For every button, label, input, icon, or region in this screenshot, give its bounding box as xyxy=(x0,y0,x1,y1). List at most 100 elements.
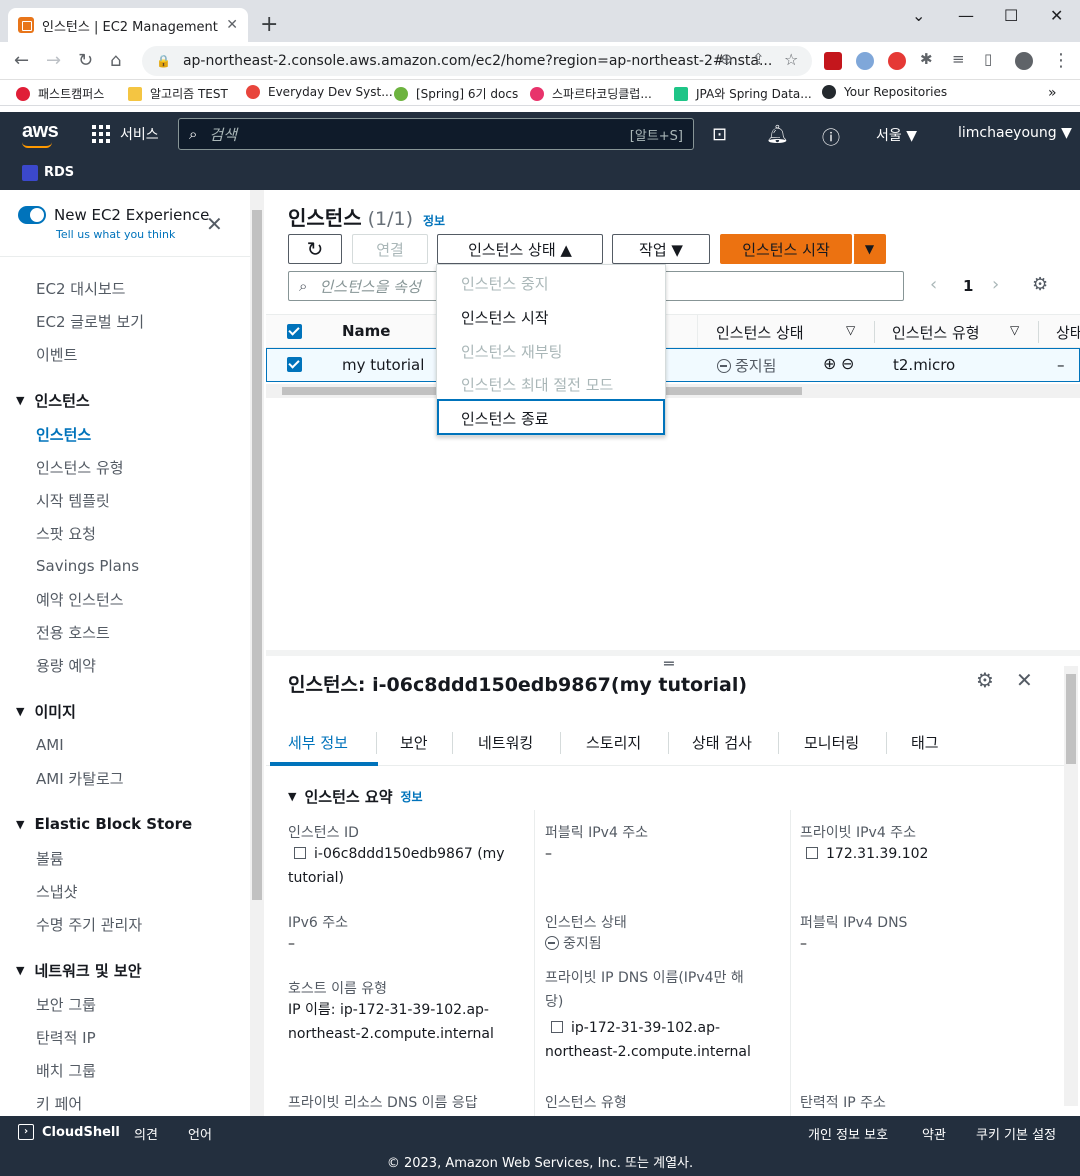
services-menu-button[interactable]: 서비스 xyxy=(92,124,159,144)
sidebar-item-key-pairs[interactable]: 키 페어 xyxy=(36,1093,82,1114)
bookmark-item[interactable]: Your Repositories xyxy=(822,85,947,99)
bell-icon[interactable]: 🔔︎ xyxy=(766,124,789,145)
zoom-icon[interactable]: ⊕ xyxy=(720,50,733,68)
copy-icon[interactable] xyxy=(551,1021,563,1033)
profile-avatar[interactable] xyxy=(1015,52,1033,70)
chevron-down-icon[interactable]: ⌄ xyxy=(912,6,925,25)
sidebar-item-ami[interactable]: AMI xyxy=(36,736,64,754)
region-selector[interactable]: 서울 ▼ xyxy=(876,125,917,145)
instance-id-value[interactable]: i-06c8ddd150edb9867 (my tutorial) xyxy=(288,842,528,890)
sidebar-item-placement-groups[interactable]: 배치 그룹 xyxy=(36,1060,96,1081)
bookmark-item[interactable]: Everyday Dev Syst... xyxy=(246,85,393,99)
home-icon[interactable]: ⌂ xyxy=(110,50,121,71)
terms-link[interactable]: 약관 xyxy=(922,1124,946,1143)
launch-dropdown-button[interactable]: ▼ xyxy=(853,234,886,264)
tab-security[interactable]: 보안 xyxy=(400,732,428,753)
aws-logo[interactable]: aws xyxy=(22,120,59,143)
sidebar-item-instance-types[interactable]: 인스턴스 유형 xyxy=(36,457,124,478)
actions-button[interactable]: 작업 ▼ xyxy=(612,234,710,264)
tab-tags[interactable]: 태그 xyxy=(911,732,939,753)
back-icon[interactable]: ← xyxy=(14,50,29,71)
tab-storage[interactable]: 스토리지 xyxy=(586,732,641,753)
language-link[interactable]: 언어 xyxy=(188,1124,212,1143)
forward-icon[interactable]: → xyxy=(46,50,61,71)
menu-item-terminate[interactable]: 인스턴스 종료 xyxy=(437,399,665,435)
info-link[interactable]: 정보 xyxy=(401,788,423,805)
column-name[interactable]: Name xyxy=(342,322,390,340)
privacy-link[interactable]: 개인 정보 보호 xyxy=(808,1124,888,1143)
sidebar-section-ebs[interactable]: ▼ Elastic Block Store xyxy=(16,815,192,833)
sidebar-item-ami-catalog[interactable]: AMI 카탈로그 xyxy=(36,768,124,789)
sidebar-scroll-thumb[interactable] xyxy=(252,210,262,900)
media-icon[interactable]: ≡ xyxy=(952,50,965,68)
cloudshell-button[interactable]: › CloudShell xyxy=(18,1124,120,1140)
account-menu[interactable]: limchaeyoung ▼ xyxy=(958,125,1072,141)
toggle-switch[interactable] xyxy=(18,206,46,224)
column-instance-state[interactable]: 인스턴스 상태 xyxy=(716,322,804,343)
favorite-rds[interactable]: RDS xyxy=(44,165,74,180)
tab-networking[interactable]: 네트워킹 xyxy=(478,732,533,753)
share-icon[interactable]: ⇪ xyxy=(752,50,765,68)
settings-icon[interactable]: ⚙ xyxy=(976,668,994,692)
copy-icon[interactable] xyxy=(806,847,818,859)
aws-search-input[interactable]: ⌕ 검색 [알트+S] xyxy=(178,118,694,150)
menu-item-stop[interactable]: 인스턴스 중지 xyxy=(461,273,549,294)
page-number[interactable]: 1 xyxy=(963,277,973,295)
sidebar-item-instances[interactable]: 인스턴스 xyxy=(36,424,91,445)
cookie-preferences-link[interactable]: 쿠키 기본 설정 xyxy=(976,1124,1056,1143)
browser-tab[interactable]: 인스턴스 | EC2 Management Co ✕ xyxy=(8,8,248,42)
bookmark-item[interactable]: 패스트캠퍼스 xyxy=(16,85,104,102)
sidebar-item-security-groups[interactable]: 보안 그룹 xyxy=(36,994,96,1015)
close-icon[interactable]: ✕ xyxy=(206,212,223,236)
zoom-out-icon[interactable]: ⊖ xyxy=(841,354,854,373)
next-page-icon[interactable]: › xyxy=(992,274,999,295)
menu-item-reboot[interactable]: 인스턴스 재부팅 xyxy=(461,341,562,362)
details-scroll-thumb[interactable] xyxy=(1066,674,1076,764)
sidebar-item-capacity[interactable]: 용량 예약 xyxy=(36,655,96,676)
table-row[interactable]: my tutorial 중지됨 ⊕ ⊖ t2.micro – xyxy=(266,348,1080,382)
sidebar-item-launch-templates[interactable]: 시작 템플릿 xyxy=(36,490,110,511)
sort-icon[interactable]: ▽ xyxy=(846,323,855,337)
summary-header[interactable]: ▼ 인스턴스 요약 정보 xyxy=(288,786,423,807)
more-bookmarks-icon[interactable]: » xyxy=(1048,85,1057,101)
pdf-extension-icon[interactable] xyxy=(824,52,842,70)
sidebar-section-images[interactable]: ▼ 이미지 xyxy=(16,701,76,722)
sidebar-item-snapshots[interactable]: 스냅샷 xyxy=(36,881,77,902)
sidebar-item-volumes[interactable]: 볼륨 xyxy=(36,848,64,869)
launch-instances-button[interactable]: 인스턴스 시작 xyxy=(720,234,852,264)
sidebar-section-network[interactable]: ▼ 네트워크 및 보안 xyxy=(16,960,142,981)
sort-icon[interactable]: ▽ xyxy=(1010,323,1019,337)
menu-icon[interactable]: ⋮ xyxy=(1052,50,1070,71)
prev-page-icon[interactable]: ‹ xyxy=(930,274,937,295)
extension-icon[interactable] xyxy=(856,52,874,70)
cloudshell-icon[interactable]: ⊡ xyxy=(712,124,727,145)
sidebar-item-dashboard[interactable]: EC2 대시보드 xyxy=(36,278,125,299)
zoom-in-icon[interactable]: ⊕ xyxy=(823,354,836,373)
private-ipv4-value[interactable]: 172.31.39.102 xyxy=(800,842,928,866)
bookmark-item[interactable]: JPA와 Spring Data... xyxy=(674,85,812,102)
maximize-icon[interactable]: ☐ xyxy=(1004,6,1018,25)
sidebar-item-lifecycle[interactable]: 수명 주기 관리자 xyxy=(36,914,142,935)
connect-button[interactable]: 연결 xyxy=(352,234,428,264)
close-icon[interactable]: ✕ xyxy=(226,17,238,33)
reload-icon[interactable]: ↻ xyxy=(78,50,93,71)
refresh-button[interactable]: ↻ xyxy=(288,234,342,264)
select-all-checkbox[interactable] xyxy=(287,324,302,339)
side-panel-icon[interactable]: ▯ xyxy=(984,50,992,68)
bookmark-item[interactable]: [Spring] 6기 docs xyxy=(394,85,518,102)
menu-item-start[interactable]: 인스턴스 시작 xyxy=(461,307,549,328)
menu-item-hibernate[interactable]: 인스턴스 최대 절전 모드 xyxy=(461,374,613,395)
feedback-link[interactable]: Tell us what you think xyxy=(56,228,175,241)
sidebar-item-elastic-ip[interactable]: 탄력적 IP xyxy=(36,1027,96,1048)
instance-state-button[interactable]: 인스턴스 상태 ▲ xyxy=(437,234,603,264)
private-dns-value[interactable]: ip-172-31-39-102.ap- northeast-2.compute… xyxy=(545,1016,785,1064)
row-checkbox[interactable] xyxy=(287,357,302,372)
url-field[interactable]: 🔒 ap-northeast-2.console.aws.amazon.com/… xyxy=(142,46,812,76)
close-icon[interactable]: ✕ xyxy=(1016,668,1033,692)
column-instance-type[interactable]: 인스턴스 유형 xyxy=(892,322,980,343)
bookmark-item[interactable]: 스파르타코딩클럽... xyxy=(530,85,652,102)
sidebar-section-instances[interactable]: ▼ 인스턴스 xyxy=(16,390,90,411)
bookmark-item[interactable]: 알고리즘 TEST xyxy=(128,85,228,102)
window-close-icon[interactable]: ✕ xyxy=(1050,6,1063,25)
extension-icon[interactable] xyxy=(888,52,906,70)
